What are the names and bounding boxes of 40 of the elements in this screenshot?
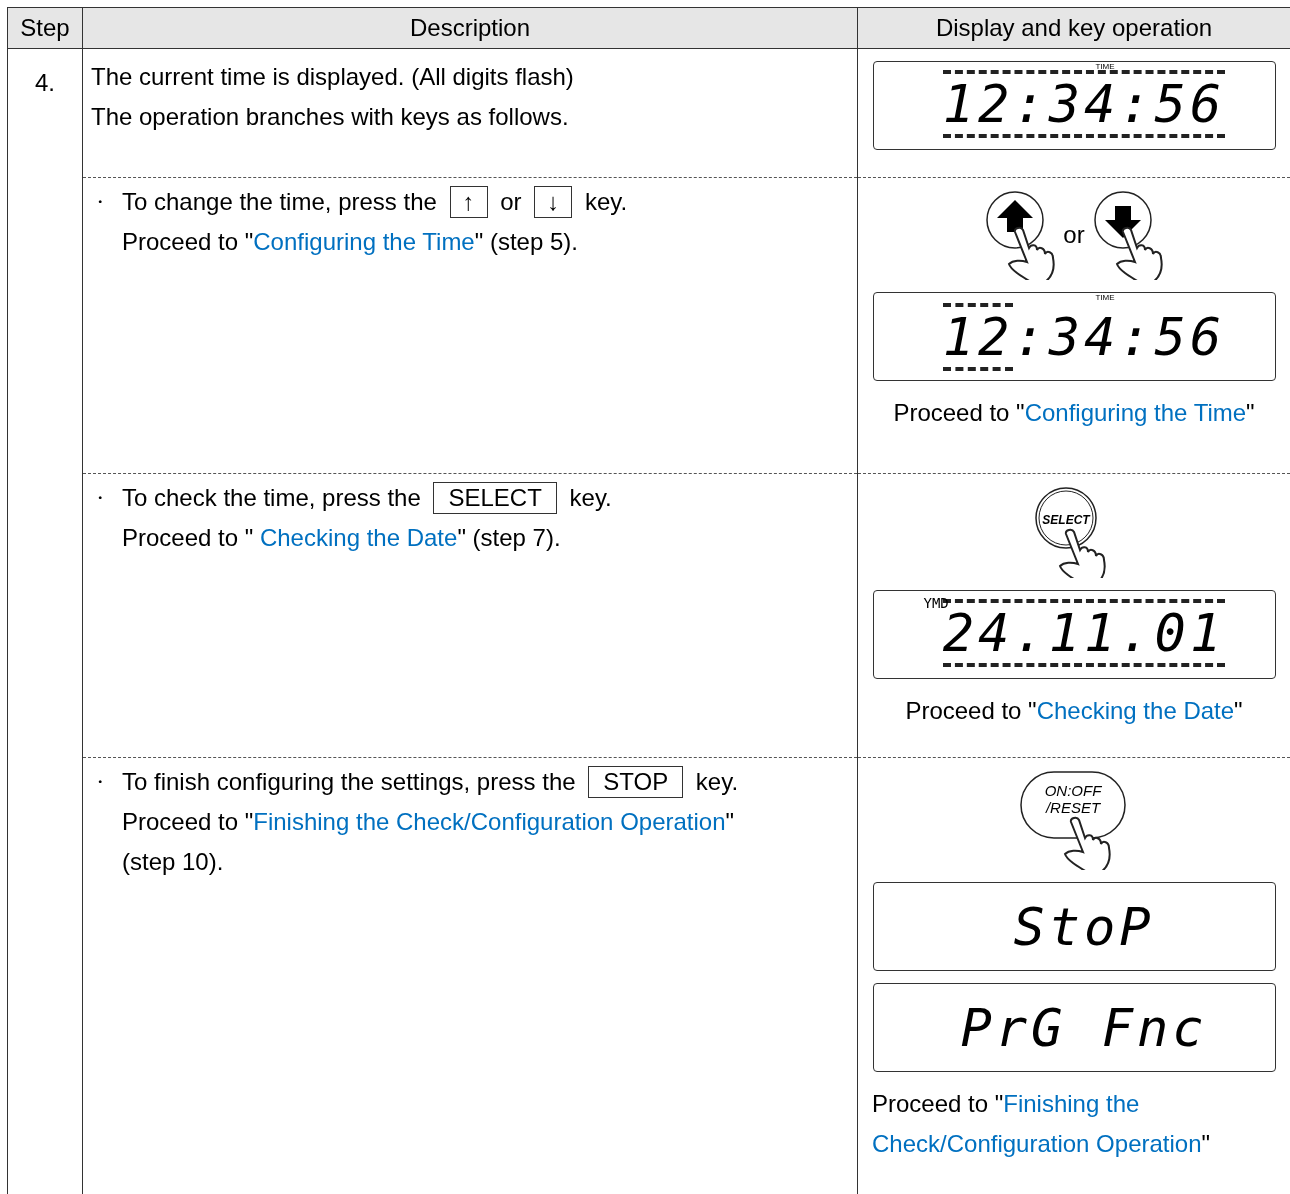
key-label: SELECT — [433, 482, 557, 514]
bullet-mark: ・ — [91, 771, 110, 794]
lcd-digits: PrG Fnc — [960, 997, 1208, 1058]
caption-text: Proceed to "Configuring the Time" — [893, 398, 1255, 428]
column-header: Step — [7, 7, 83, 49]
instruction-text: The operation branches with keys as follows. — [91, 102, 569, 132]
instruction-text: To finish configuring the settings, press the STOP key. — [122, 762, 739, 802]
link-text[interactable]: Checking the Date — [259, 524, 458, 551]
step-number: 4. — [7, 48, 83, 1194]
bullet-mark: ・ — [91, 191, 110, 214]
instruction-text: The current time is displayed. (All digits flash) — [91, 62, 574, 92]
caption-text: Proceed to "Finishing the Check/Configuration Operation" — [872, 1089, 1212, 1159]
lcd-digits: 12:34:56 — [942, 70, 1226, 138]
instruction-text: Proceed to " Checking the Date" (step 7). — [122, 523, 561, 553]
instruction-text: Proceed to "Configuring the Time" (step 5). — [122, 227, 578, 257]
reset-key-drawing: ON:OFF /RESET — [1019, 770, 1129, 870]
instruction-text: To check the time, press the SELECT key. — [122, 478, 612, 518]
lcd-digits: 12 — [942, 302, 1014, 371]
column-header: Description — [82, 7, 858, 49]
link-text[interactable]: Configuring the Time — [1024, 399, 1247, 426]
separator-text: or — [1063, 220, 1085, 250]
indicator-label: TIME — [1095, 293, 1115, 302]
key-label: ↑ — [449, 186, 488, 218]
caption-text: Proceed to "Checking the Date" — [905, 696, 1243, 726]
link-text[interactable]: Configuring the Time — [253, 228, 475, 255]
instruction-text: To change the time, press the ↑ or ↓ key. — [122, 182, 628, 222]
indicator-label: YMD — [923, 599, 949, 608]
link-text[interactable]: Finishing the — [1003, 1090, 1140, 1117]
instruction-text: Proceed to "Finishing the Check/Configuration Operation" — [122, 807, 735, 837]
column-header: Display and key operation — [857, 7, 1290, 49]
lcd-digits: StoP — [1013, 896, 1155, 957]
link-text[interactable]: Finishing the Check/Configuration Operation — [253, 808, 726, 835]
link-text[interactable]: Check/Configuration Operation — [872, 1130, 1202, 1157]
key-label: ↓ — [534, 186, 573, 218]
lcd-digits: :34:56 — [1013, 306, 1226, 367]
instruction-text: (step 10). — [122, 847, 224, 877]
indicator-label: TIME — [1095, 62, 1115, 71]
bullet-mark: ・ — [91, 487, 110, 510]
link-text[interactable]: Checking the Date — [1036, 697, 1235, 724]
key-label: STOP — [588, 766, 684, 798]
